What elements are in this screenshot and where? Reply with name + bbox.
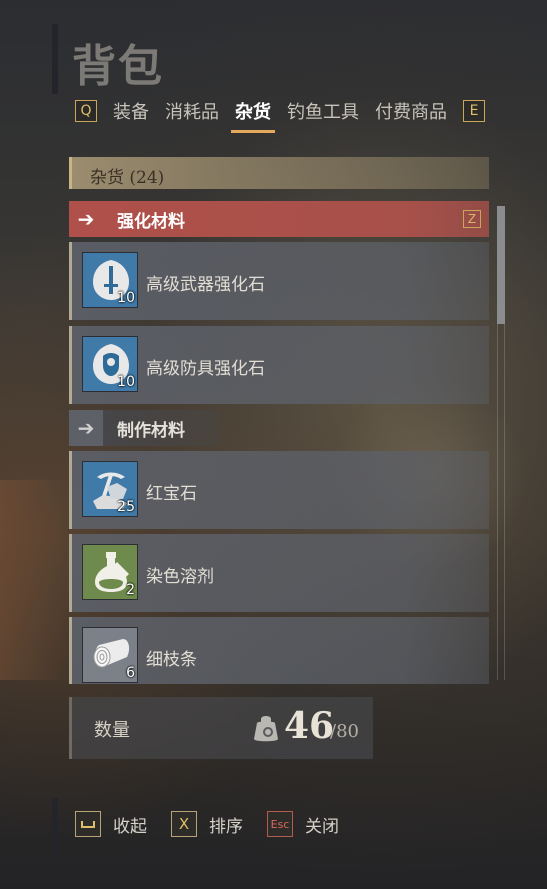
space-key-icon[interactable] (75, 811, 101, 837)
item-name: 高级防具强化石 (146, 359, 265, 379)
wood-log-icon: 6 (82, 627, 138, 683)
bag-icon (254, 716, 278, 742)
sort-label[interactable]: 排序 (209, 812, 243, 837)
scrollbar-thumb[interactable] (497, 206, 505, 324)
collapse-label[interactable]: 收起 (113, 812, 147, 837)
item-count: 10 (117, 290, 135, 306)
item-name: 细枝条 (146, 650, 197, 670)
tab-premium-items[interactable]: 付费商品 (367, 98, 455, 124)
item-name: 染色溶剂 (146, 567, 214, 587)
list-item[interactable]: 2 染色溶剂 (69, 534, 489, 612)
sword-stone-icon: 10 (82, 252, 138, 308)
prev-tab-key[interactable]: Q (75, 100, 97, 122)
tab-equipment[interactable]: 装备 (105, 98, 157, 124)
escape-key[interactable]: Esc (267, 811, 293, 837)
arrow-right-icon: ➔ (77, 207, 95, 231)
list-item[interactable]: 6 细枝条 (69, 617, 489, 684)
item-count: 6 (126, 665, 135, 681)
category-enhancement-materials[interactable]: ➔ 强化材料 Z (69, 201, 489, 237)
item-count: 10 (117, 374, 135, 390)
capacity-max: /80 (330, 721, 359, 742)
category-label: 强化材料 (117, 211, 185, 232)
item-list: ➔ 强化材料 Z 10 高级武器强化石 10 高级防具强化石 ➔ 制作材料 25… (69, 200, 489, 684)
panel-header-label: 杂货 (24) (90, 168, 165, 188)
list-item[interactable]: 25 红宝石 (69, 451, 489, 529)
item-name: 红宝石 (146, 484, 197, 504)
frame-bar-bottom (52, 798, 58, 854)
armor-stone-icon: 10 (82, 336, 138, 392)
pickaxe-ore-icon: 25 (82, 461, 138, 517)
item-name: 高级武器强化石 (146, 275, 265, 295)
close-label[interactable]: 关闭 (305, 812, 339, 837)
capacity-current: 46 (284, 705, 335, 747)
tab-consumables[interactable]: 消耗品 (157, 98, 227, 124)
page-title: 背包 (72, 41, 164, 92)
category-crafting-materials[interactable]: ➔ 制作材料 (69, 410, 219, 446)
bottom-action-bar: 收起 X 排序 Esc 关闭 (75, 811, 363, 837)
panel-header: 杂货 (24) (69, 157, 489, 189)
list-scrollbar[interactable] (497, 206, 505, 680)
frame-bar-top (52, 24, 58, 94)
capacity-panel: 数量 46 /80 (69, 697, 373, 759)
item-count: 2 (126, 582, 135, 598)
category-toggle-key[interactable]: Z (463, 210, 481, 228)
arrow-right-icon: ➔ (69, 410, 103, 446)
list-item[interactable]: 10 高级防具强化石 (69, 326, 489, 404)
next-tab-key[interactable]: E (463, 100, 485, 122)
tab-misc[interactable]: 杂货 (227, 98, 279, 133)
sort-key[interactable]: X (171, 811, 197, 837)
potion-flask-icon: 2 (82, 544, 138, 600)
tab-bar: Q 装备 消耗品 杂货 钓鱼工具 付费商品 E (75, 96, 485, 133)
capacity-label: 数量 (94, 720, 130, 741)
category-label: 制作材料 (117, 420, 185, 441)
list-item[interactable]: 10 高级武器强化石 (69, 242, 489, 320)
tab-fishing-tools[interactable]: 钓鱼工具 (279, 98, 367, 124)
item-count: 25 (117, 499, 135, 515)
